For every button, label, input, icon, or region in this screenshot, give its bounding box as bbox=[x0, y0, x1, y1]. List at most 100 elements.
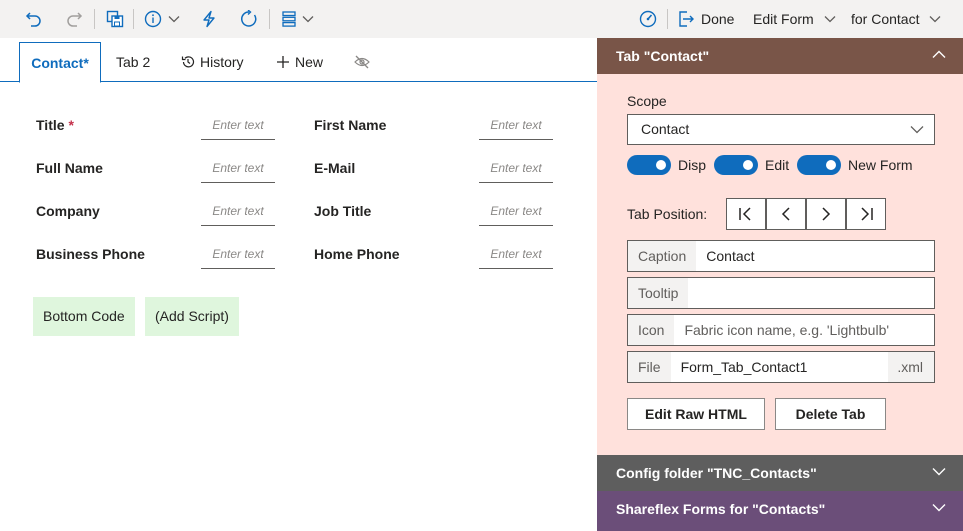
job-title-input[interactable] bbox=[479, 196, 553, 226]
add-script-button[interactable]: (Add Script) bbox=[145, 297, 239, 336]
file-suffix: .xml bbox=[888, 352, 934, 382]
title-label-text: Title bbox=[36, 117, 65, 133]
for-contact-dropdown[interactable]: for Contact bbox=[851, 0, 941, 38]
tooltip-input[interactable] bbox=[688, 278, 934, 308]
chevron-up-icon bbox=[932, 50, 946, 58]
tab-contact[interactable]: Contact* bbox=[19, 42, 101, 83]
toggle-label: Edit bbox=[765, 157, 790, 173]
layout-dropdown[interactable] bbox=[279, 7, 317, 31]
first-name-label: First Name bbox=[314, 117, 387, 133]
toggle-label: Disp bbox=[678, 157, 707, 173]
scope-value: Contact bbox=[641, 121, 690, 137]
edit-form-dropdown[interactable]: Edit Form bbox=[753, 0, 836, 38]
layout-icon bbox=[282, 11, 296, 27]
move-last-button[interactable] bbox=[846, 198, 886, 230]
for-contact-label: for Contact bbox=[851, 11, 920, 27]
first-name-input[interactable] bbox=[479, 110, 553, 140]
tab-tab-2[interactable]: Tab 2 bbox=[116, 42, 150, 82]
edit-raw-html-button[interactable]: Edit Raw HTML bbox=[627, 398, 765, 430]
move-first-button[interactable] bbox=[726, 198, 766, 230]
icon-row: Icon bbox=[627, 314, 935, 346]
tab-label: History bbox=[200, 54, 244, 70]
chevron-down-icon bbox=[168, 16, 180, 23]
toggle-switch bbox=[797, 155, 841, 175]
email-label: E-Mail bbox=[314, 160, 356, 176]
toggle-switch bbox=[627, 155, 671, 175]
edit-form-label: Edit Form bbox=[753, 11, 814, 27]
tooltip-label: Tooltip bbox=[628, 278, 689, 308]
title-label: Title * bbox=[36, 117, 74, 133]
shareflex-forms-header[interactable]: Shareflex Forms for "Contacts" bbox=[597, 491, 963, 531]
config-folder-header[interactable]: Config folder "TNC_Contacts" bbox=[597, 455, 963, 491]
tooltip-row: Tooltip bbox=[627, 277, 935, 309]
new-form-toggle[interactable]: New Form bbox=[797, 154, 913, 176]
chevron-down-icon bbox=[932, 468, 946, 476]
toggle-switch bbox=[714, 155, 758, 175]
scope-dropdown[interactable]: Contact bbox=[627, 114, 935, 145]
full-name-input[interactable] bbox=[201, 153, 275, 183]
file-row: File .xml bbox=[627, 351, 935, 383]
toolbar-separator bbox=[133, 9, 134, 29]
home-phone-label: Home Phone bbox=[314, 246, 400, 262]
caption-row: Caption bbox=[627, 240, 935, 272]
move-left-button[interactable] bbox=[766, 198, 806, 230]
email-input[interactable] bbox=[479, 153, 553, 183]
info-dropdown[interactable] bbox=[142, 7, 182, 31]
tab-history[interactable]: History bbox=[181, 42, 244, 82]
file-input[interactable] bbox=[670, 352, 889, 382]
save-icon[interactable] bbox=[105, 7, 125, 31]
caption-input[interactable] bbox=[696, 241, 934, 271]
done-button[interactable]: Done bbox=[701, 0, 734, 38]
toggle-label: New Form bbox=[848, 157, 913, 173]
redo-icon[interactable] bbox=[64, 7, 84, 31]
tab-bar: Contact* Tab 2 History New bbox=[0, 38, 597, 83]
tab-contact-header[interactable]: Tab "Contact" bbox=[597, 38, 963, 74]
business-phone-label: Business Phone bbox=[36, 246, 145, 262]
tab-position-label: Tab Position: bbox=[627, 206, 708, 222]
job-title-label: Job Title bbox=[314, 203, 372, 219]
caption-label: Caption bbox=[628, 241, 697, 271]
tab-label: Contact* bbox=[31, 54, 89, 71]
chevron-down-icon bbox=[932, 504, 946, 512]
company-input[interactable] bbox=[201, 196, 275, 226]
tab-label: Tab 2 bbox=[116, 54, 151, 70]
title-input[interactable] bbox=[201, 110, 275, 140]
history-icon bbox=[181, 56, 195, 68]
exit-icon[interactable] bbox=[676, 7, 696, 31]
tab-label: New bbox=[295, 54, 324, 70]
chevron-down-icon bbox=[910, 126, 924, 134]
home-phone-input[interactable] bbox=[479, 239, 553, 269]
toolbar-separator bbox=[667, 9, 668, 29]
speedometer-icon[interactable] bbox=[638, 7, 658, 31]
chevron-left-icon bbox=[781, 207, 790, 221]
tab-new[interactable]: New bbox=[276, 42, 323, 82]
scope-label: Scope bbox=[627, 93, 667, 109]
toolbar-separator bbox=[94, 9, 95, 29]
business-phone-input[interactable] bbox=[201, 239, 275, 269]
tab-settings-panel: Tab "Contact" Scope Contact Disp Edit Ne… bbox=[597, 38, 963, 531]
command-bar: Done Edit Form for Contact bbox=[0, 0, 963, 38]
icon-input[interactable] bbox=[674, 315, 934, 345]
chevron-last-icon bbox=[861, 207, 873, 221]
info-icon bbox=[144, 10, 162, 28]
chevron-down-icon bbox=[302, 16, 314, 23]
icon-label: Icon bbox=[628, 315, 675, 345]
delete-tab-button[interactable]: Delete Tab bbox=[775, 398, 886, 430]
chevron-down-icon bbox=[930, 16, 941, 23]
chevron-right-icon bbox=[822, 207, 831, 221]
shareflex-forms-title: Shareflex Forms for "Contacts" bbox=[616, 501, 826, 517]
move-right-button[interactable] bbox=[806, 198, 846, 230]
undo-icon[interactable] bbox=[24, 7, 44, 31]
chevron-down-icon bbox=[824, 16, 836, 23]
edit-toggle[interactable]: Edit bbox=[714, 154, 789, 176]
disp-toggle[interactable]: Disp bbox=[627, 154, 706, 176]
refresh-icon[interactable] bbox=[239, 7, 259, 31]
toolbar-separator bbox=[269, 9, 270, 29]
panel-title: Tab "Contact" bbox=[616, 48, 710, 64]
flash-icon[interactable] bbox=[199, 7, 219, 31]
config-folder-title: Config folder "TNC_Contacts" bbox=[616, 465, 817, 481]
chevron-first-icon bbox=[739, 207, 751, 221]
tab-hidden-toggle[interactable] bbox=[354, 42, 370, 82]
bottom-code-button[interactable]: Bottom Code bbox=[33, 297, 135, 336]
required-marker: * bbox=[68, 117, 74, 133]
